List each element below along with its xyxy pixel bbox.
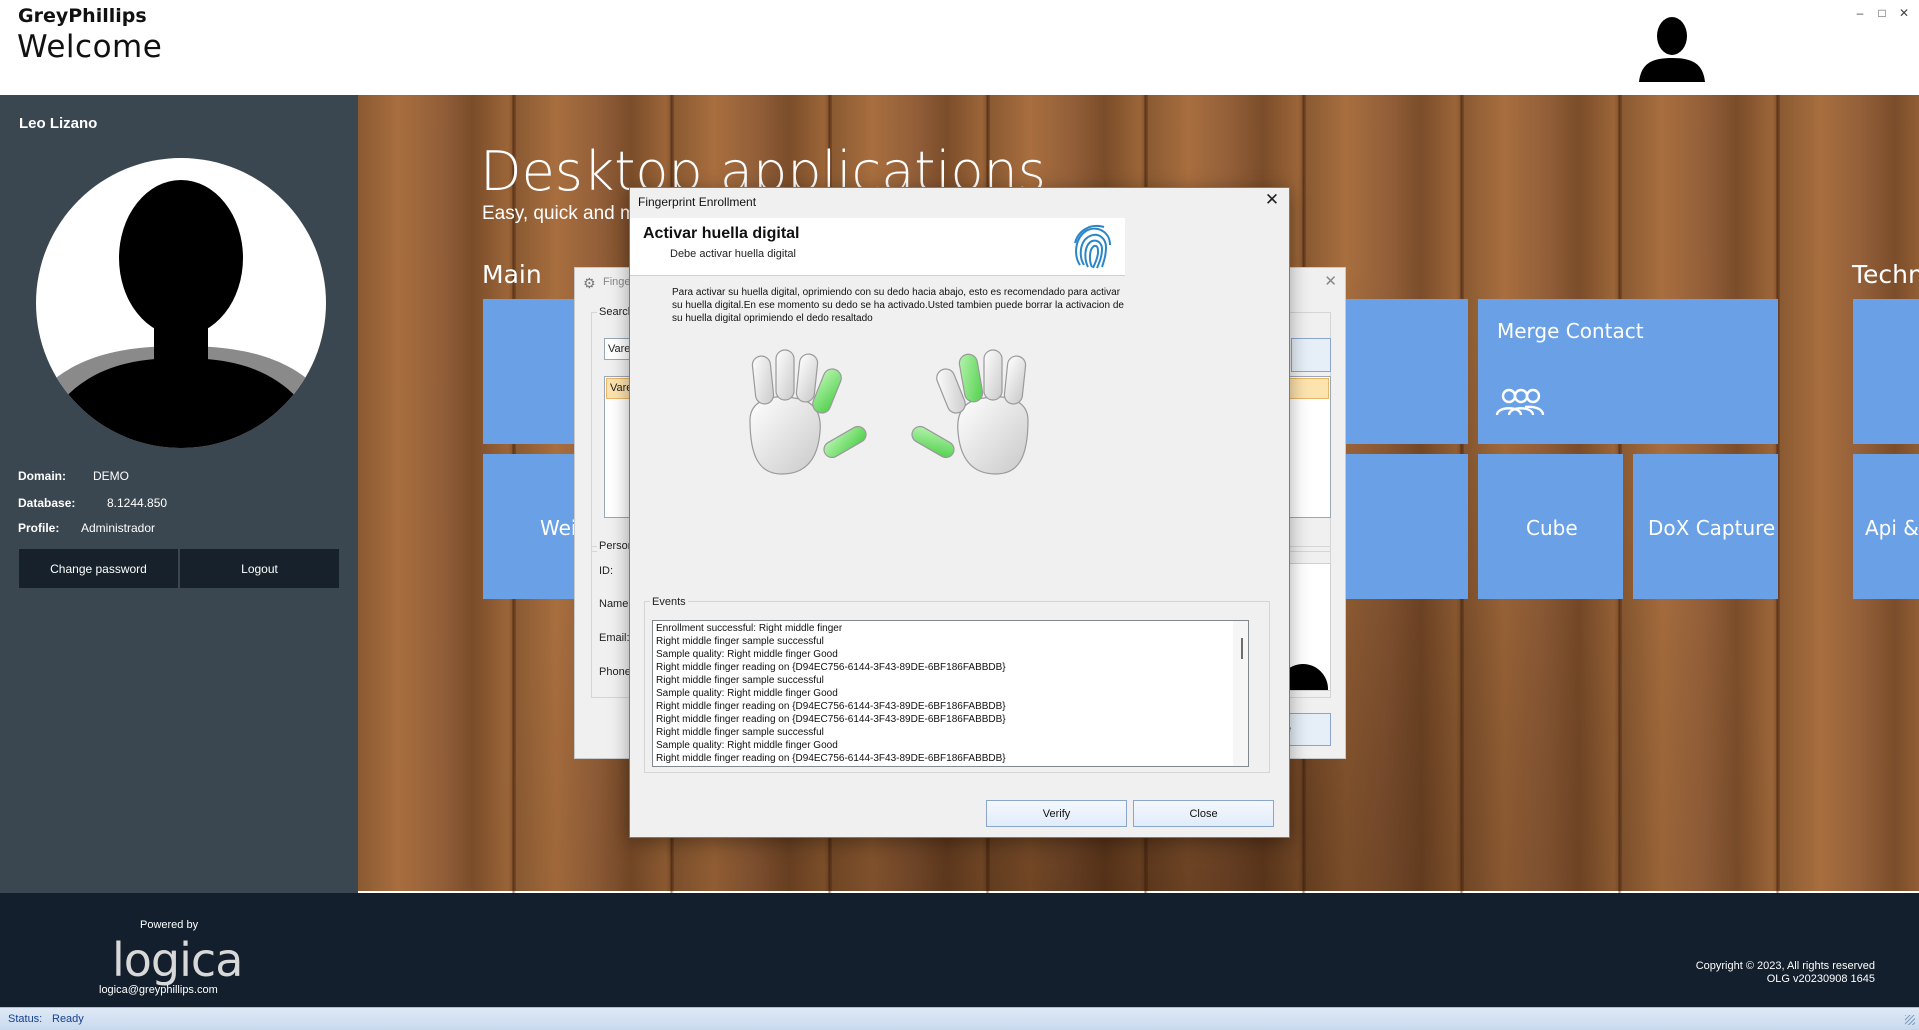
photo-box xyxy=(1287,563,1331,691)
footer: Powered by logica logica@greyphillips.co… xyxy=(0,893,1919,1007)
dialog-banner: Activar huella digital Debe activar huel… xyxy=(630,218,1125,276)
dialog-close-icon[interactable]: ✕ xyxy=(1261,190,1283,212)
window-title: Finge xyxy=(603,276,631,288)
status-label: Status: xyxy=(8,1013,43,1025)
group-label-main: Main xyxy=(482,260,542,289)
tile-label: Cube xyxy=(1526,516,1578,540)
copyright-text: Copyright © 2023, All rights reserved xyxy=(1695,960,1875,972)
dialog-title: Fingerprint Enrollment xyxy=(638,195,757,209)
group-label-tech: Techn xyxy=(1852,260,1919,289)
id-label: ID: xyxy=(599,565,614,577)
email-label: Email: xyxy=(599,632,630,644)
event-line: Right middle finger sample successful xyxy=(656,675,824,686)
profile-row: Profile: Administrador xyxy=(18,521,155,535)
contact-email[interactable]: logica@greyphillips.com xyxy=(99,984,218,996)
database-value: 8.1244.850 xyxy=(107,496,168,510)
copyright: Copyright © 2023, All rights reserved OL… xyxy=(1696,960,1875,986)
tile-wei[interactable]: Wei xyxy=(483,454,583,599)
tile-main-2[interactable] xyxy=(1340,299,1468,444)
event-line: Right middle finger sample successful xyxy=(656,636,824,647)
database-row: Database: 8.1244.850 xyxy=(18,496,167,510)
domain-label: Domain: xyxy=(18,469,66,483)
user-avatar-icon[interactable] xyxy=(1637,14,1707,82)
hands-finger-selector-icon[interactable] xyxy=(748,348,1030,488)
events-log-list[interactable]: Enrollment successful: Right middle fing… xyxy=(652,620,1249,767)
section-subtitle: Easy, quick and m xyxy=(482,203,636,224)
scrollbar-thumb[interactable] xyxy=(1241,638,1243,659)
tile-merge-contact[interactable]: Merge Contact xyxy=(1478,299,1778,444)
group-users-icon xyxy=(1495,388,1545,416)
event-line: Sample quality: Right middle finger Good xyxy=(656,740,838,751)
version-text: OLG v20230908 1645 xyxy=(1766,973,1875,985)
domain-row: Domain: DEMO xyxy=(18,469,129,483)
gear-icon: ⚙ xyxy=(583,275,596,291)
database-label: Database: xyxy=(18,496,76,510)
tile-label: DoX Capture xyxy=(1648,516,1776,540)
fingerprint-enrollment-dialog: Fingerprint Enrollment ✕ Activar huella … xyxy=(629,187,1290,838)
tile-main-3[interactable] xyxy=(1340,454,1468,599)
powered-by-label: Powered by xyxy=(140,919,199,931)
change-password-button[interactable]: Change password xyxy=(19,549,178,588)
tile-label: Api & xyxy=(1865,516,1919,540)
minimize-button[interactable]: – xyxy=(1852,6,1868,20)
domain-value: DEMO xyxy=(93,469,129,483)
person-silhouette-icon xyxy=(36,180,326,448)
event-line: Enrollment successful: Right middle fing… xyxy=(656,623,843,634)
close-icon[interactable]: ✕ xyxy=(1324,272,1337,290)
phone-label: Phone xyxy=(599,666,631,678)
app-header: GreyPhillips Welcome – □ ✕ xyxy=(0,0,1919,95)
event-line: Right middle finger reading on {D94EC756… xyxy=(656,701,1006,712)
tile-label: Wei xyxy=(540,516,577,540)
banner-subtitle: Debe activar huella digital xyxy=(670,248,796,260)
profile-value: Administrador xyxy=(81,521,156,535)
logica-logo: logica xyxy=(112,933,243,987)
event-line: Sample quality: Right middle finger Good xyxy=(656,649,838,660)
tile-label: Merge Contact xyxy=(1497,319,1644,343)
profile-label: Profile: xyxy=(18,521,60,535)
event-line: Right middle finger reading on {D94EC756… xyxy=(656,662,1006,673)
tile-api[interactable]: Api & xyxy=(1853,454,1919,599)
verify-button[interactable]: Verify xyxy=(986,800,1127,827)
event-line: Right middle finger sample successful xyxy=(656,727,824,738)
events-scrollbar[interactable] xyxy=(1233,621,1248,766)
status-value: Ready xyxy=(52,1013,84,1025)
fingerprint-icon xyxy=(1066,221,1116,271)
window-close-button[interactable]: ✕ xyxy=(1896,6,1912,20)
close-button[interactable]: Close xyxy=(1133,800,1274,827)
resize-grip-icon[interactable] xyxy=(1905,1015,1915,1025)
tile-cube[interactable]: Cube xyxy=(1478,454,1623,599)
instructions-text: Para activar su huella digital, oprimien… xyxy=(672,287,1124,324)
photo-silhouette xyxy=(1288,664,1328,690)
maximize-button[interactable]: □ xyxy=(1874,6,1890,20)
logout-button[interactable]: Logout xyxy=(180,549,339,588)
search-button[interactable] xyxy=(1291,338,1331,372)
event-line: Right middle finger reading on {D94EC756… xyxy=(656,714,1006,725)
name-label: Name: xyxy=(599,598,632,610)
banner-title: Activar huella digital xyxy=(643,225,800,242)
profile-avatar xyxy=(36,158,326,448)
user-name: Leo Lizano xyxy=(19,115,98,132)
event-line: Sample quality: Right middle finger Good xyxy=(656,688,838,699)
company-name: GreyPhillips xyxy=(18,5,147,27)
tile-dox-capture[interactable]: DoX Capture xyxy=(1633,454,1778,599)
tile-main-1[interactable] xyxy=(483,299,583,444)
tile-tech-1[interactable] xyxy=(1853,299,1919,444)
status-bar: Status: Ready xyxy=(0,1007,1919,1030)
page-title: Welcome xyxy=(17,29,163,65)
events-label: Events xyxy=(650,596,688,608)
event-line: Right middle finger reading on {D94EC756… xyxy=(656,753,1006,764)
sidebar: Leo Lizano Domain: DEMO Database: 8.1244… xyxy=(0,95,358,893)
